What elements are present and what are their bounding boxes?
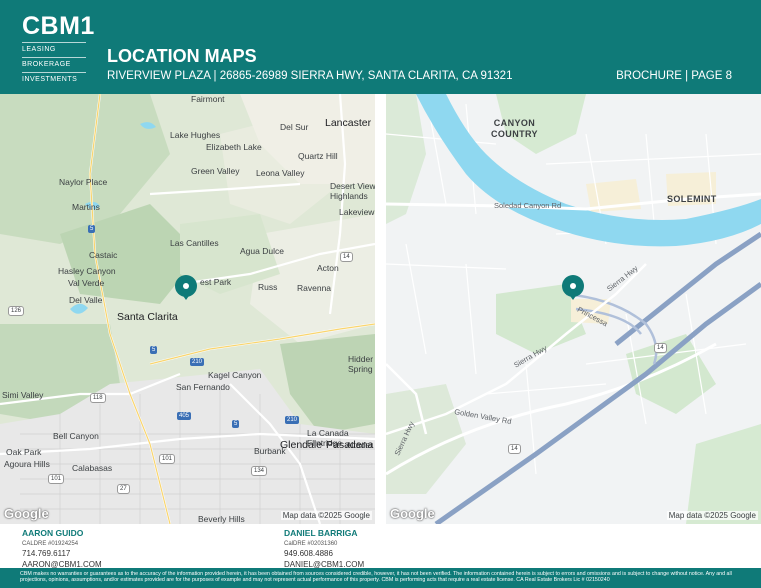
us-101-shield-2: 101 — [48, 474, 65, 484]
map-attribution[interactable]: Map data ©2025 Google — [280, 511, 372, 520]
us-101-shield: 101 — [159, 454, 176, 464]
place-castaic: Castaic — [89, 250, 118, 260]
local-map[interactable]: CANYON COUNTRY SOLEMINT Soledad Canyon R… — [386, 94, 761, 524]
place-las-cantilles: Las Cantilles — [170, 238, 219, 248]
area-solemint: SOLEMINT — [667, 194, 717, 204]
contact-daniel: DANIEL BARRIGA CalDRE #02031360 949.608.… — [284, 528, 364, 570]
area-canyon-country: CANYON COUNTRY — [491, 118, 538, 139]
place-lakeview: Lakeview — [339, 207, 375, 217]
place-agoura-hills: Agoura Hills — [4, 459, 50, 469]
place-acton: Acton — [317, 263, 339, 273]
highway-118-shield: 118 — [90, 393, 106, 403]
google-logo-local: Google — [390, 506, 435, 521]
interstate-405-shield: 405 — [177, 412, 192, 420]
place-forest-park: est Park — [200, 277, 232, 287]
place-del-valle: Del Valle — [69, 295, 103, 305]
highway-27-shield: 27 — [117, 484, 130, 494]
contact-aaron: AARON GUIDO CALDRE #01924254 714.769.611… — [22, 528, 102, 570]
place-beverly-hills: Beverly Hills — [198, 514, 245, 524]
place-bell-canyon: Bell Canyon — [53, 431, 99, 441]
highway-14-shield: 14 — [340, 252, 353, 262]
page-title: LOCATION MAPS — [107, 46, 257, 66]
place-val-verde: Val Verde — [68, 278, 105, 288]
place-quartz-hill: Quartz Hill — [298, 151, 338, 161]
interstate-210-shield-2: 210 — [285, 416, 300, 424]
logo-line-investments: INVESTMENTS — [22, 72, 86, 84]
property-location-pin-local[interactable] — [562, 275, 584, 300]
place-leona-valley: Leona Valley — [256, 168, 305, 178]
regional-map[interactable]: Fairmont Lancaster Del Sur Lake Hughes E… — [0, 94, 375, 524]
highway-14-shield-local: 14 — [654, 343, 667, 353]
place-agua-dulce: Agua Dulce — [240, 246, 284, 256]
interstate-5-shield: 5 — [88, 225, 96, 233]
place-ravenna: Ravenna — [297, 283, 332, 293]
place-calabasas: Calabasas — [72, 463, 113, 473]
place-green-valley: Green Valley — [191, 166, 240, 176]
place-del-sur: Del Sur — [280, 122, 309, 132]
header-banner: CBM1 LEASING BROKERAGE INVESTMENTS LOCAT… — [0, 0, 761, 94]
local-map-graphic — [386, 94, 761, 524]
contact-phone[interactable]: 714.769.6117 — [22, 549, 102, 560]
place-desert-view: Desert View Highlands — [330, 181, 375, 201]
highway-126-shield: 126 — [8, 306, 25, 316]
road-soledad-canyon: Soledad Canyon Rd — [494, 201, 562, 210]
contact-license: CalDRE #02031360 — [284, 540, 338, 547]
place-hasley-canyon: Hasley Canyon — [58, 266, 116, 276]
place-hidden-springs: Hidder Spring — [348, 354, 374, 374]
contact-name: AARON GUIDO — [22, 528, 84, 538]
logo-wordmark: CBM1 — [22, 12, 95, 40]
place-naylor-place: Naylor Place — [59, 177, 108, 187]
place-oak-park: Oak Park — [6, 447, 42, 457]
google-logo: Google — [4, 506, 49, 521]
footer-disclaimer: CBM makes no warranties or guarantees as… — [0, 568, 761, 588]
place-elizabeth-lake: Elizabeth Lake — [206, 142, 262, 152]
place-glendale: Glendale — [280, 439, 323, 451]
place-kagel-canyon: Kagel Canyon — [208, 370, 262, 380]
place-fairmont: Fairmont — [191, 94, 225, 104]
brochure-page-label: BROCHURE | PAGE 8 — [616, 70, 732, 82]
place-lancaster: Lancaster — [325, 117, 372, 129]
place-lake-hughes: Lake Hughes — [170, 130, 221, 140]
place-san-fernando: San Fernando — [176, 382, 230, 392]
contact-license: CALDRE #01924254 — [22, 540, 79, 547]
contact-phone[interactable]: 949.608.4886 — [284, 549, 364, 560]
map-attribution-local[interactable]: Map data ©2025 Google — [666, 511, 758, 520]
contact-name: DANIEL BARRIGA — [284, 528, 358, 538]
place-simi-valley: Simi Valley — [2, 390, 44, 400]
pin-dot-local — [570, 283, 576, 289]
cbm1-logo: CBM1 LEASING BROKERAGE INVESTMENTS — [22, 12, 95, 84]
logo-line-brokerage: BROKERAGE — [22, 57, 86, 69]
interstate-210-shield: 210 — [190, 358, 205, 366]
highway-134-shield: 134 — [251, 466, 268, 476]
interstate-5-shield-2: 5 — [150, 346, 158, 354]
logo-line-leasing: LEASING — [22, 42, 86, 54]
property-address: RIVERVIEW PLAZA | 26865-26989 SIERRA HWY… — [107, 70, 513, 82]
place-pasadena: Pasadena — [326, 439, 374, 451]
property-location-pin[interactable] — [175, 275, 197, 300]
pin-dot — [183, 283, 189, 289]
place-martins: Martins — [72, 202, 100, 212]
highway-14-shield-local-2: 14 — [508, 444, 521, 454]
interstate-5-shield-3: 5 — [232, 420, 240, 428]
place-santa-clarita: Santa Clarita — [117, 311, 178, 323]
place-russ: Russ — [258, 282, 278, 292]
